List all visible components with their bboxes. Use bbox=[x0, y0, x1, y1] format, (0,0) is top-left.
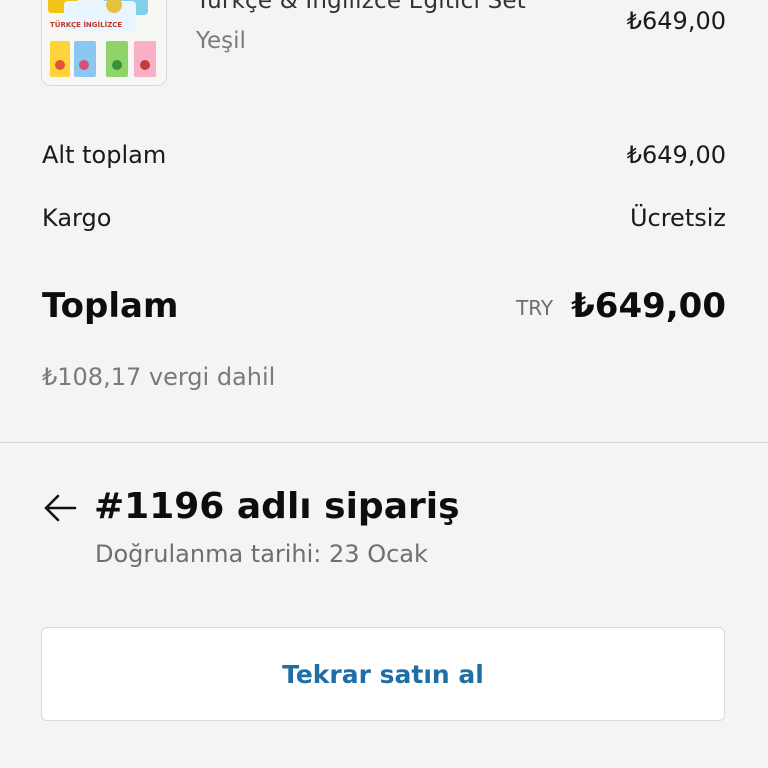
shipping-label: Kargo bbox=[42, 204, 112, 232]
rebuy-button[interactable]: Tekrar satın al bbox=[41, 627, 725, 721]
svg-text:TÜRKÇE İNGİLİZCE: TÜRKÇE İNGİLİZCE bbox=[50, 20, 122, 29]
product-variant: Yeşil bbox=[196, 28, 246, 54]
product-thumbnail: TÜRKÇE İNGİLİZCE bbox=[41, 0, 167, 86]
total-label: Toplam bbox=[42, 286, 179, 326]
section-divider bbox=[0, 442, 768, 443]
shipping-row: Kargo Ücretsiz bbox=[42, 204, 726, 232]
rebuy-button-label: Tekrar satın al bbox=[282, 659, 484, 689]
arrow-left-icon bbox=[44, 494, 77, 522]
order-title: #1196 adlı sipariş bbox=[94, 486, 460, 527]
total-value: ₺649,00 bbox=[571, 286, 726, 326]
subtotal-label: Alt toplam bbox=[42, 141, 167, 169]
shipping-value: Ücretsiz bbox=[629, 204, 726, 232]
tax-note: ₺108,17 vergi dahil bbox=[42, 363, 276, 391]
subtotal-row: Alt toplam ₺649,00 bbox=[42, 141, 726, 169]
back-button[interactable] bbox=[42, 490, 78, 526]
product-price: ₺649,00 bbox=[626, 7, 726, 35]
order-confirmed-date: Doğrulanma tarihi: 23 Ocak bbox=[95, 540, 428, 568]
currency-code: TRY bbox=[516, 296, 554, 320]
order-header: #1196 adlı sipariş Doğrulanma tarihi: 23… bbox=[42, 486, 726, 576]
subtotal-value: ₺649,00 bbox=[626, 141, 726, 169]
product-name: Türkçe & İngilizce Eğitici Set bbox=[196, 0, 526, 14]
order-line-item: TÜRKÇE İNGİLİZCE Türkçe & İngilizce Eğit… bbox=[0, 0, 768, 100]
product-image: TÜRKÇE İNGİLİZCE bbox=[46, 0, 162, 81]
total-row: Toplam TRY ₺649,00 bbox=[42, 286, 726, 334]
